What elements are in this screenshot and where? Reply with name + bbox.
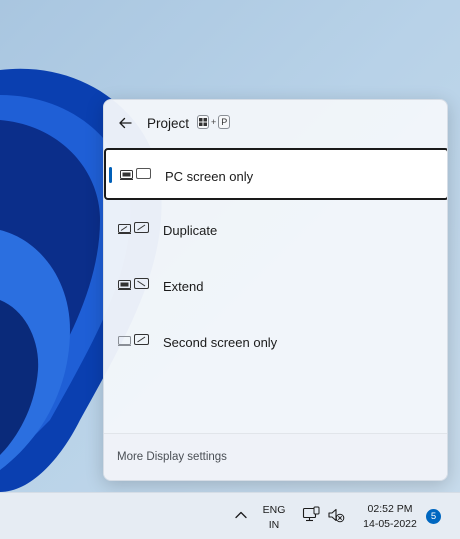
language-code: ENG [262,504,286,516]
clock-date: 14-05-2022 [363,518,417,530]
back-button[interactable] [114,112,136,134]
option-label: Extend [163,279,204,294]
option-extend[interactable]: Extend [104,260,447,312]
selected-indicator [109,167,112,183]
keyboard-shortcut-hint: + P [197,115,231,129]
extend-icon [118,278,149,290]
input-language-indicator[interactable]: ENG IN [260,503,288,533]
more-display-settings-link[interactable]: More Display settings [117,451,227,463]
chevron-up-icon[interactable] [232,506,250,524]
shortcut-plus: + [211,117,217,127]
taskbar: ENG IN 02:52 PM 14-05-2022 5 [0,492,460,539]
flyout-header: Project + P [104,100,447,146]
option-second-screen-only[interactable]: Second screen only [104,316,447,368]
network-icon[interactable] [302,506,320,524]
volume-muted-icon[interactable] [327,506,345,524]
project-flyout: Project + P PC screen only Duplicate Ext… [103,99,448,481]
back-arrow-icon [119,117,132,129]
pc-screen-only-icon [120,168,151,180]
duplicate-icon [118,222,149,234]
flyout-footer: More Display settings [104,433,447,480]
option-label: Second screen only [163,335,278,350]
notification-badge[interactable]: 5 [426,509,441,524]
windows-key-icon [197,115,209,129]
flyout-title: Project [147,116,190,131]
p-key: P [218,115,231,129]
option-label: Duplicate [163,223,218,238]
option-pc-screen-only[interactable]: PC screen only [104,148,447,200]
option-duplicate[interactable]: Duplicate [104,204,447,256]
clock-time: 02:52 PM [367,503,413,515]
option-label: PC screen only [165,169,254,184]
taskbar-clock[interactable]: 02:52 PM 14-05-2022 [352,502,428,532]
second-screen-only-icon [118,334,149,346]
region-code: IN [268,519,280,531]
